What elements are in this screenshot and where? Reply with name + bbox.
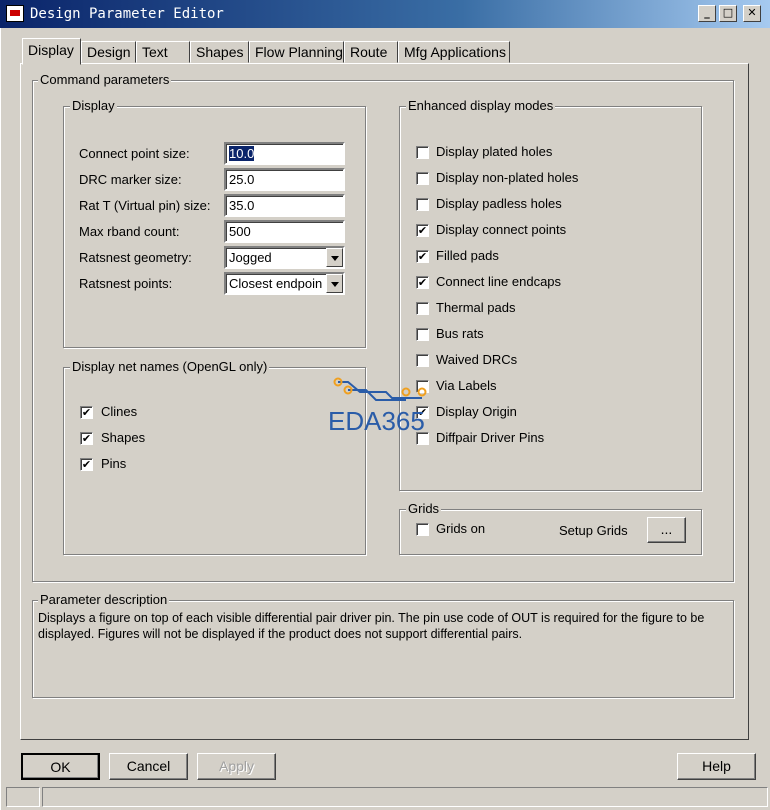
chevron-down-icon[interactable] [326,248,343,267]
max-rband-count-label: Max rband count: [79,224,180,239]
ratsnest-points-select[interactable]: Closest endpoin [224,272,345,295]
tab-shapes[interactable]: Shapes [190,41,249,63]
cancel-button[interactable]: Cancel [109,753,188,780]
padless-holes-label: Display padless holes [436,196,562,211]
display-origin-label: Display Origin [436,404,517,419]
grids-on-checkbox[interactable] [416,523,429,536]
display-legend: Display [70,98,117,113]
plated-holes-checkbox[interactable] [416,146,429,159]
tab-route[interactable]: Route [344,41,398,63]
thermal-pads-checkbox[interactable] [416,302,429,315]
status-cell [6,787,40,807]
bus-rats-label: Bus rats [436,326,484,341]
ratsnest-geometry-label: Ratsnest geometry: [79,250,192,265]
parameter-description-legend: Parameter description [38,592,170,607]
non-plated-holes-checkbox[interactable] [416,172,429,185]
pins-checkbox[interactable]: ✔ [80,458,93,471]
connect-points-label: Display connect points [436,222,567,237]
waived-drcs-checkbox[interactable] [416,354,429,367]
minimize-button[interactable]: _ [698,5,716,22]
rat-t-size-input[interactable]: 35.0 [224,194,345,217]
padless-holes-checkbox[interactable] [416,198,429,211]
close-button[interactable]: ✕ [743,5,761,22]
grids-legend: Grids [406,501,442,516]
pins-label: Pins [101,456,127,471]
tab-mfg-applications[interactable]: Mfg Applications [398,41,510,63]
maximize-button[interactable]: □ [719,5,737,22]
app-icon[interactable] [6,5,24,22]
help-button[interactable]: Help [677,753,756,780]
ratsnest-points-value: Closest endpoin [229,276,323,291]
connect-point-size-label: Connect point size: [79,146,190,161]
tab-display[interactable]: Display [22,38,81,65]
ratsnest-points-label: Ratsnest points: [79,276,173,291]
tab-text[interactable]: Text [136,41,190,63]
status-bar [4,787,768,809]
setup-grids-label: Setup Grids [559,523,628,538]
filled-pads-checkbox[interactable]: ✔ [416,250,429,263]
connect-point-size-input[interactable]: 10.0 [224,142,345,165]
parameter-description-text: Displays a figure on top of each visible… [38,611,705,641]
ratsnest-geometry-value: Jogged [229,250,272,265]
clines-checkbox[interactable]: ✔ [80,406,93,419]
window-title: Design Parameter Editor [30,6,224,22]
drc-marker-size-input[interactable]: 25.0 [224,168,345,191]
command-parameters-legend: Command parameters [38,72,172,87]
chevron-down-icon[interactable] [326,274,343,293]
drc-marker-size-label: DRC marker size: [79,172,182,187]
eda365-watermark: EDA365 [326,376,446,436]
line-endcaps-checkbox[interactable]: ✔ [416,276,429,289]
ok-button[interactable]: OK [21,753,100,780]
filled-pads-label: Filled pads [436,248,499,263]
rat-t-size-label: Rat T (Virtual pin) size: [79,198,211,213]
enhanced-display-legend: Enhanced display modes [406,98,556,113]
connect-points-checkbox[interactable]: ✔ [416,224,429,237]
tab-flow-planning[interactable]: Flow Planning [249,41,344,63]
clines-label: Clines [101,404,138,419]
grids-on-label: Grids on [436,521,486,536]
diffpair-driver-pins-label: Diffpair Driver Pins [436,430,545,445]
bus-rats-checkbox[interactable] [416,328,429,341]
watermark-text: EDA365 [328,406,425,436]
waived-drcs-label: Waived DRCs [436,352,518,367]
shapes-checkbox[interactable]: ✔ [80,432,93,445]
ratsnest-geometry-select[interactable]: Jogged [224,246,345,269]
max-rband-count-input[interactable]: 500 [224,220,345,243]
net-names-legend: Display net names (OpenGL only) [70,359,270,374]
setup-grids-button[interactable]: ... [647,517,686,543]
non-plated-holes-label: Display non-plated holes [436,170,579,185]
tab-design[interactable]: Design [81,41,136,63]
connect-point-size-value: 10.0 [229,146,255,161]
status-cell [42,787,768,807]
apply-button[interactable]: Apply [197,753,276,780]
line-endcaps-label: Connect line endcaps [436,274,562,289]
thermal-pads-label: Thermal pads [436,300,516,315]
plated-holes-label: Display plated holes [436,144,553,159]
shapes-label: Shapes [101,430,146,445]
